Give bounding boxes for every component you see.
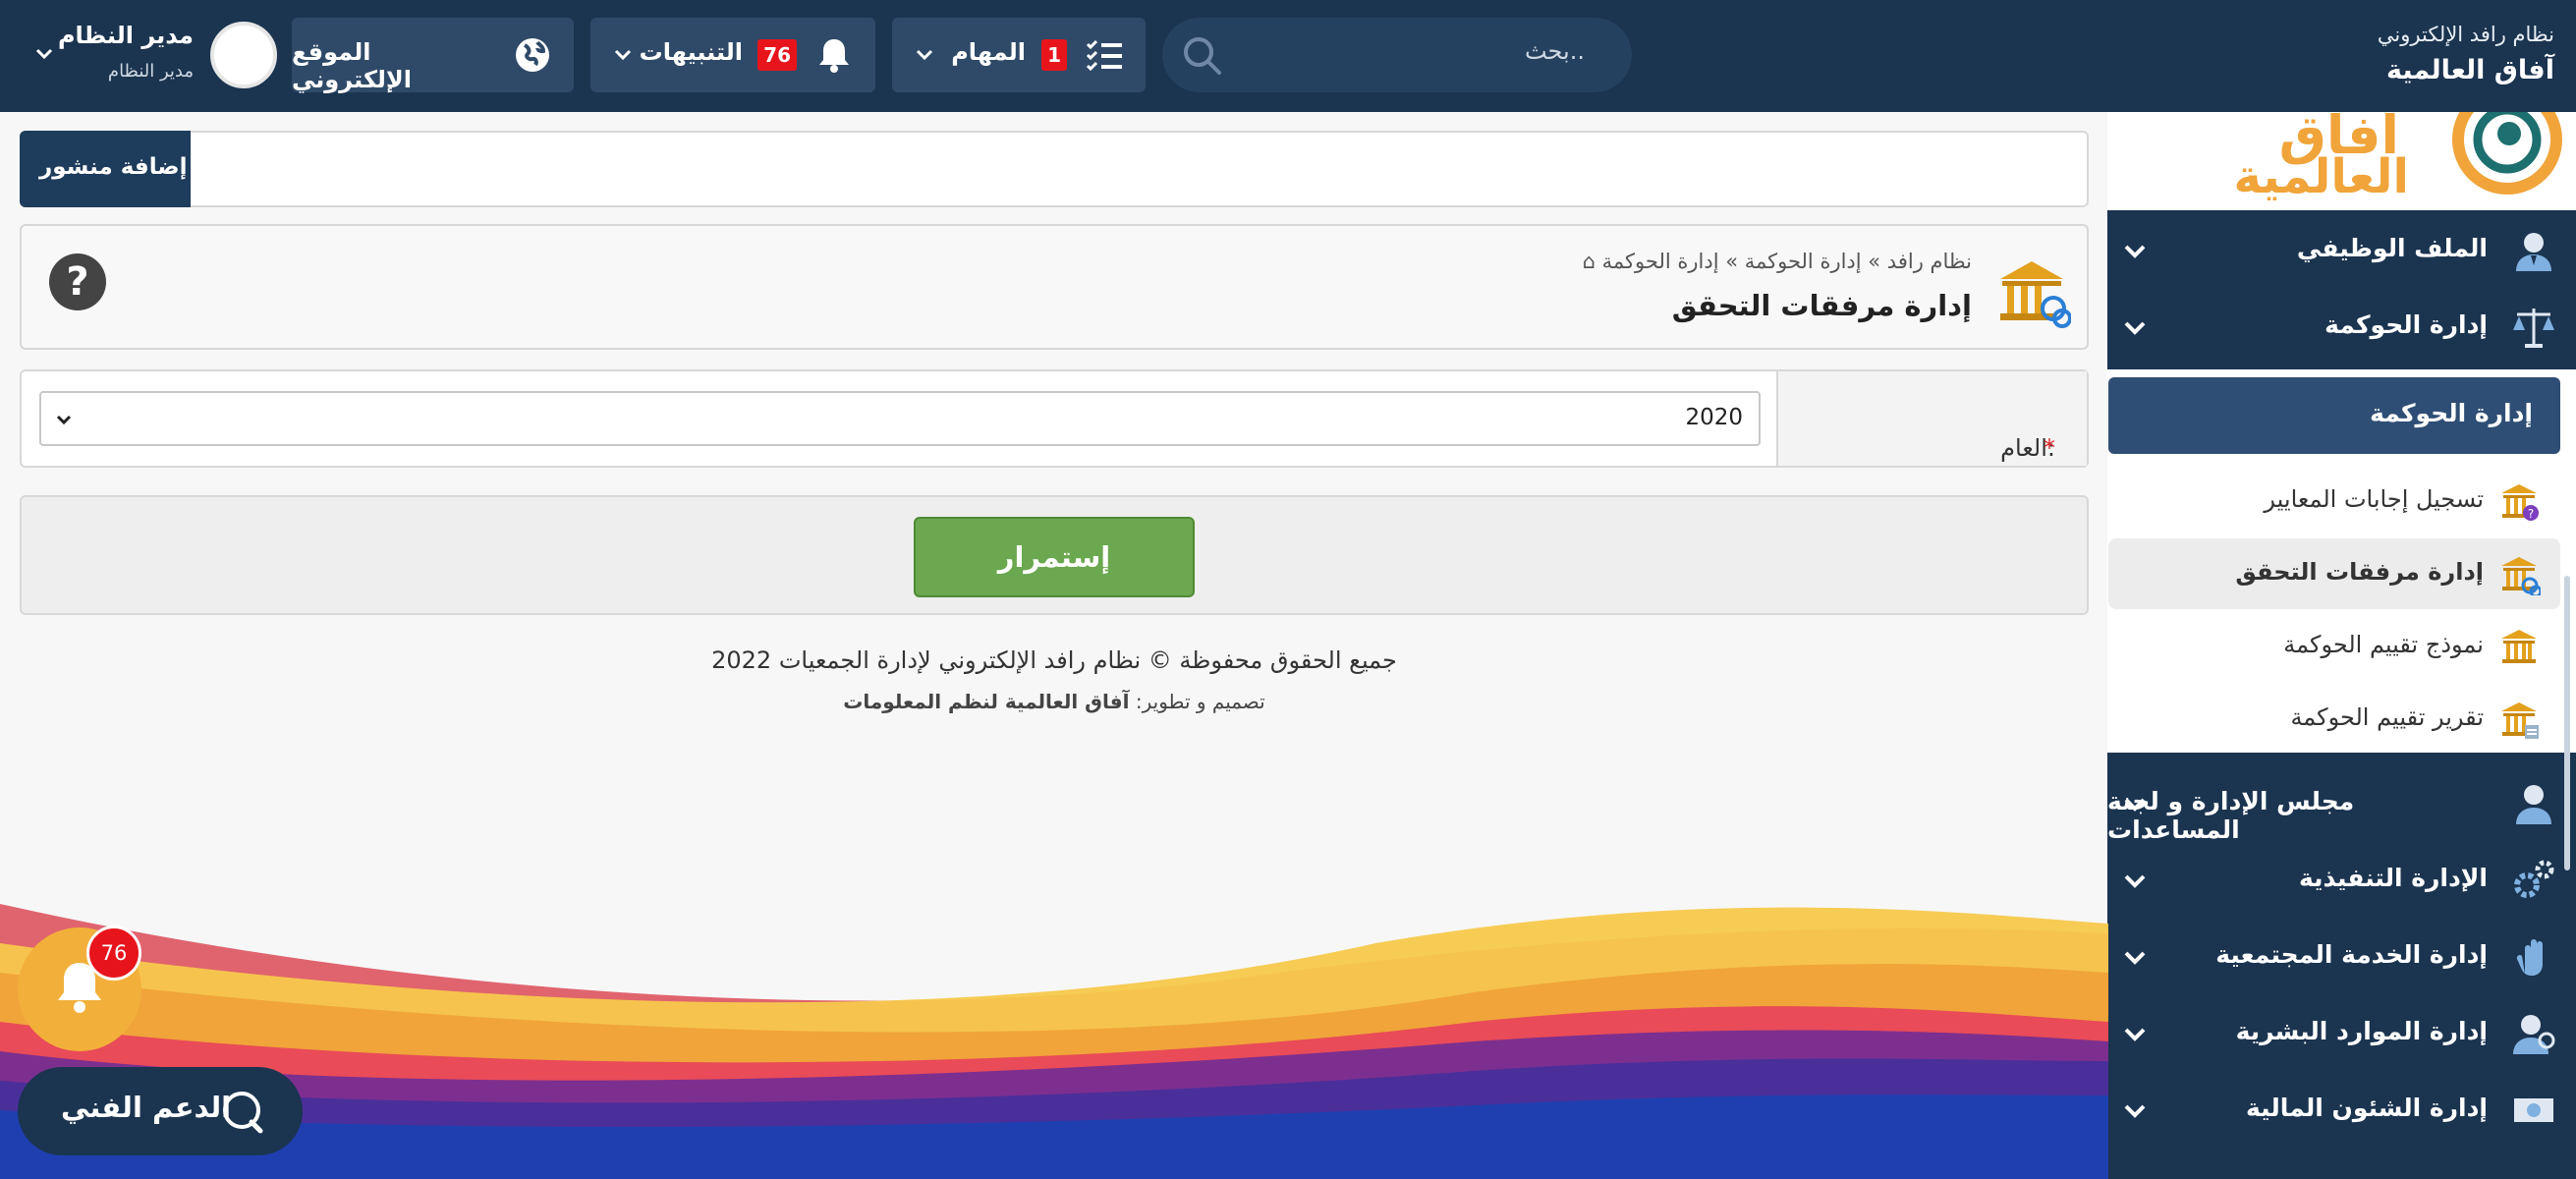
svg-text:?: ?	[2528, 507, 2534, 521]
search-input[interactable]: بحث..	[1525, 37, 1585, 65]
submenu-title: إدارة الحوكمة	[2370, 399, 2533, 427]
logo-mark-icon	[2452, 112, 2562, 195]
search-icon[interactable]	[1180, 33, 1223, 77]
brand-system-name: نظام رافد الإلكتروني	[2377, 23, 2554, 46]
alerts-label: التنبيهات	[639, 38, 743, 66]
sidebar-item-hr[interactable]: إدارة الموارد البشرية	[2107, 995, 2576, 1072]
tasks-count-badge: 1	[1041, 39, 1067, 71]
sidebar-item-label: إدارة الشئون المالية	[2246, 1094, 2488, 1122]
credits: تصميم و تطوير: آفاق العالمية لنظم المعلو…	[20, 690, 2089, 713]
chevron-down-icon	[2124, 1104, 2146, 1118]
sidebar-item-label: مجلس الإدارة و لجنة المساعدات	[2107, 787, 2355, 844]
copyright-text: جميع الحقوق محفوظة © نظام رافد الإلكترون…	[711, 646, 1397, 674]
support-label: الدعم الفني	[61, 1091, 232, 1124]
help-icon[interactable]: ?	[49, 253, 106, 310]
chevron-down-icon	[2124, 321, 2146, 335]
year-select[interactable]: 2020	[39, 391, 1761, 446]
submenu-item-label: تسجيل إجابات المعايير	[2264, 485, 2484, 513]
credit-company-link[interactable]: آفاق العالمية لنظم المعلومات	[843, 690, 1129, 713]
year-label-cell: العام: *	[1776, 371, 2087, 466]
alerts-count-badge: 76	[757, 39, 797, 71]
hand-icon	[2516, 939, 2543, 976]
post-composer[interactable]	[20, 131, 2089, 207]
tasks-label: المهام	[951, 38, 1026, 66]
sidebar-item-board[interactable]: مجلس الإدارة و لجنة المساعدات	[2107, 765, 2576, 844]
sidebar: آفاق العالمية الملف الوظيفي إدارة الحوكم…	[2107, 112, 2576, 1179]
decorative-waves	[0, 904, 2108, 1179]
avatar[interactable]	[210, 22, 277, 88]
submenu-item-verification-attachments[interactable]: إدارة مرفقات التحقق	[2108, 538, 2560, 609]
top-bar: نظام رافد الإلكتروني آفاق العالمية بحث..…	[0, 0, 2576, 112]
add-post-label: إضافة منشور	[39, 154, 188, 180]
user-role: مدير النظام	[107, 61, 194, 82]
money-icon	[2514, 1098, 2553, 1122]
submenu-item-standards-answers[interactable]: ? تسجيل إجابات المعايير	[2108, 466, 2560, 536]
submenu-item-evaluation-report[interactable]: تقرير تقييم الحوكمة	[2108, 684, 2560, 755]
globe-icon	[516, 38, 549, 72]
actions-panel: إستمرار	[20, 495, 2089, 615]
tasks-menu[interactable]: 1 المهام	[892, 18, 1146, 92]
sidebar-item-label: إدارة الموارد البشرية	[2235, 1017, 2488, 1045]
chat-icon	[223, 1092, 263, 1134]
chevron-down-icon	[56, 415, 72, 425]
support-button[interactable]: الدعم الفني	[18, 1067, 303, 1155]
board-member-icon	[2516, 785, 2551, 824]
user-name: مدير النظام	[57, 22, 194, 49]
submenu-item-label: نموذج تقييم الحوكمة	[2283, 631, 2484, 658]
employee-icon	[2516, 233, 2551, 271]
chevron-down-icon	[614, 49, 632, 61]
chevron-down-icon	[2124, 874, 2146, 888]
chevron-down-icon	[2124, 798, 2146, 812]
submenu-item-evaluation-form[interactable]: نموذج تقييم الحوكمة	[2108, 611, 2560, 682]
chevron-down-icon	[2124, 951, 2146, 965]
sidebar-item-employee-file[interactable]: الملف الوظيفي	[2107, 212, 2576, 289]
scales-icon	[2513, 309, 2554, 348]
sidebar-item-label: الإدارة التنفيذية	[2299, 864, 2488, 892]
hr-icon	[2513, 1015, 2555, 1054]
sidebar-item-label: إدارة الخدمة المجتمعية	[2215, 940, 2488, 969]
sidebar-item-governance[interactable]: إدارة الحوكمة	[2107, 289, 2576, 365]
year-filter-form: العام: * 2020	[20, 369, 2089, 468]
logo-text-bottom: العالمية	[2233, 149, 2410, 204]
sidebar-item-executive[interactable]: الإدارة التنفيذية	[2107, 842, 2576, 919]
building-link-icon	[2501, 557, 2541, 595]
chevron-down-icon	[2124, 1028, 2146, 1041]
continue-button[interactable]: إستمرار	[914, 517, 1195, 597]
breadcrumb[interactable]: ⌂ نظام رافد » إدارة الحوكمة » إدارة الحو…	[1583, 250, 1972, 273]
alerts-menu[interactable]: 76 التنبيهات	[590, 18, 875, 92]
bell-icon	[819, 39, 849, 73]
tasks-icon	[1086, 39, 1122, 72]
sidebar-item-community[interactable]: إدارة الخدمة المجتمعية	[2107, 919, 2576, 995]
logo[interactable]: آفاق العالمية	[2107, 112, 2576, 210]
submenu-header[interactable]: إدارة الحوكمة	[2108, 377, 2560, 454]
building-question-icon: ?	[2501, 484, 2539, 521]
required-marker: *	[2044, 434, 2055, 462]
chevron-down-icon	[35, 48, 53, 60]
brand-org-name: آفاق العالمية	[2385, 55, 2554, 85]
credit-prefix: تصميم و تطوير:	[1135, 690, 1265, 713]
gears-icon	[2514, 860, 2554, 898]
page-header: ⌂ نظام رافد » إدارة الحوكمة » إدارة الحو…	[20, 224, 2089, 350]
chevron-down-icon	[2124, 245, 2146, 258]
building-link-icon	[2000, 261, 2071, 328]
floating-notification-count: 76	[86, 926, 141, 981]
sidebar-item-label: إدارة الحوكمة	[2324, 310, 2488, 339]
chevron-down-icon	[916, 49, 933, 61]
home-icon[interactable]: ⌂	[1583, 250, 1602, 273]
website-label: الموقع الإلكتروني	[292, 38, 413, 93]
breadcrumb-text[interactable]: نظام رافد » إدارة الحوكمة » إدارة الحوكم…	[1602, 250, 1972, 273]
building-icon	[2501, 630, 2537, 663]
sidebar-item-finance[interactable]: إدارة الشئون المالية	[2107, 1072, 2576, 1149]
brand[interactable]: نظام رافد الإلكتروني آفاق العالمية	[2378, 18, 2554, 90]
submenu-item-label: تقرير تقييم الحوكمة	[2290, 703, 2484, 731]
sidebar-item-label: الملف الوظيفي	[2296, 234, 2488, 262]
user-menu[interactable]: مدير النظام مدير النظام	[22, 10, 277, 104]
add-post-button[interactable]: إضافة منشور	[20, 131, 191, 207]
submenu-item-label: إدارة مرفقات التحقق	[2235, 558, 2484, 586]
building-report-icon	[2501, 702, 2539, 739]
page-title: إدارة مرفقات التحقق	[1671, 289, 1972, 322]
year-select-value: 2020	[1685, 405, 1743, 430]
search-box[interactable]: بحث..	[1162, 18, 1632, 92]
website-button[interactable]: الموقع الإلكتروني	[292, 18, 574, 93]
